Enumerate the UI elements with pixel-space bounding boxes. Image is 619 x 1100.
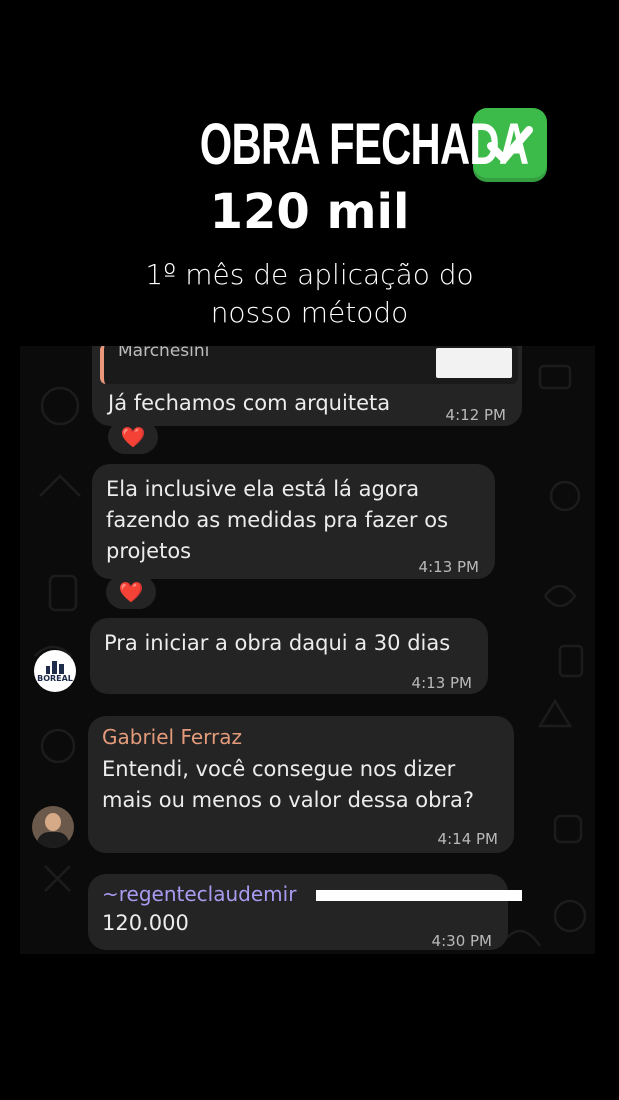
heart-reaction-icon[interactable]: ❤️ — [108, 420, 158, 454]
message-text-line-2: fazendo as medidas pra fazer os — [106, 508, 449, 532]
subtitle-line-2: nosso método — [210, 296, 409, 329]
building-icon — [46, 660, 64, 674]
boreal-avatar[interactable]: BOREAL — [34, 650, 76, 692]
quoted-message-text: Marchesini — [118, 346, 210, 361]
message-text: 120.000 — [102, 911, 189, 935]
heart-reaction-icon[interactable]: ❤️ — [106, 575, 156, 609]
headline: OBRA FECHADA 120 mil 1º mês de aplicação… — [0, 108, 619, 332]
quoted-message[interactable]: Marchesini — [100, 346, 518, 384]
message-bubble-4[interactable]: Gabriel Ferraz Entendi, você consegue no… — [88, 716, 514, 853]
message-text-line-1: Ela inclusive ela está lá agora — [106, 477, 420, 501]
avatar-face — [45, 813, 61, 831]
sender-name[interactable]: Gabriel Ferraz — [102, 722, 242, 753]
message-bubble-5[interactable]: ~regenteclaudemir 120.000 4:30 PM — [88, 874, 522, 950]
message-time: 4:14 PM — [437, 830, 498, 848]
message-text-line-3: projetos — [106, 539, 192, 563]
gabriel-avatar[interactable] — [32, 806, 74, 848]
redacted-phone-bar — [316, 890, 522, 901]
sender-name[interactable]: ~regenteclaudemir — [102, 879, 296, 910]
message-time: 4:13 PM — [418, 558, 479, 576]
message-bubble-2[interactable]: Ela inclusive ela está lá agora fazendo … — [92, 464, 495, 579]
title-row: OBRA FECHADA — [0, 108, 619, 182]
message-bubble-1[interactable]: Marchesini Já fechamos com arquiteta 4:1… — [92, 346, 522, 426]
subtitle-line-1: 1º mês de aplicação do — [145, 258, 474, 291]
message-text-line-1: Entendi, você consegue nos dizer — [102, 757, 456, 781]
message-text-line-2: mais ou menos o valor dessa obra? — [102, 788, 475, 812]
avatar-label: BOREAL — [37, 673, 73, 683]
message-text: Pra iniciar a obra daqui a 30 dias — [104, 631, 451, 655]
message-time: 4:12 PM — [445, 406, 506, 424]
message-time: 4:30 PM — [431, 932, 492, 950]
quoted-thumbnail — [436, 348, 512, 378]
message-time: 4:13 PM — [411, 674, 472, 692]
headline-amount: 120 mil — [209, 184, 410, 240]
headline-title: OBRA FECHADA — [200, 112, 529, 177]
message-text: Já fechamos com arquiteta — [108, 391, 391, 415]
headline-subtitle: 1º mês de aplicação do nosso método — [0, 256, 619, 332]
chat-screenshot: Marchesini Já fechamos com arquiteta 4:1… — [20, 346, 595, 954]
message-bubble-3[interactable]: Pra iniciar a obra daqui a 30 dias 4:13 … — [90, 618, 488, 694]
avatar-shirt — [37, 832, 69, 848]
